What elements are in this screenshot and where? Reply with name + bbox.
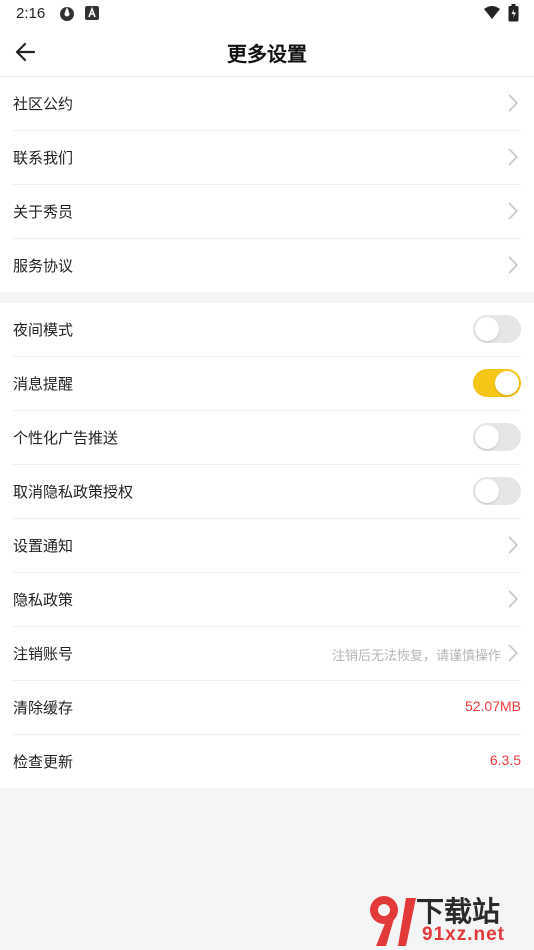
row-label: 关于秀员 xyxy=(13,203,74,221)
status-time: 2:16 xyxy=(16,5,46,22)
battery-icon xyxy=(508,4,519,22)
chevron-right-icon xyxy=(508,256,519,274)
app-a-icon xyxy=(85,6,99,20)
row-label: 消息提醒 xyxy=(13,375,74,393)
info-section: 社区公约 联系我们 关于秀员 服务协议 xyxy=(0,77,534,292)
row-label: 联系我们 xyxy=(13,149,74,167)
list-item-personalized-ads[interactable]: 个性化广告推送 xyxy=(13,411,521,465)
status-bar: 2:16 xyxy=(0,0,534,28)
list-item-about[interactable]: 关于秀员 xyxy=(13,185,521,239)
cache-size-value: 52.07MB xyxy=(464,698,521,714)
row-label: 检查更新 xyxy=(13,753,74,771)
page-title: 更多设置 xyxy=(227,42,307,66)
list-item-service-agreement[interactable]: 服务协议 xyxy=(13,239,521,292)
row-label: 社区公约 xyxy=(13,95,74,113)
list-item-contact-us[interactable]: 联系我们 xyxy=(13,131,521,185)
row-label: 服务协议 xyxy=(13,257,74,275)
toggle-knob xyxy=(475,425,499,449)
personalized-ads-toggle[interactable] xyxy=(473,423,521,451)
row-label: 注销账号 xyxy=(13,645,74,663)
wifi-icon xyxy=(484,6,500,19)
version-value: 6.3.5 xyxy=(489,752,521,768)
row-label: 夜间模式 xyxy=(13,321,74,339)
delete-account-hint: 注销后无法恢复，请谨慎操作 xyxy=(331,649,501,664)
chevron-right-icon xyxy=(508,148,519,166)
watermark-text-url: 91xz.net xyxy=(422,924,505,945)
list-item-check-update[interactable]: 检查更新 6.3.5 xyxy=(13,735,521,788)
app-header: 更多设置 xyxy=(0,28,534,77)
row-label: 隐私政策 xyxy=(13,591,74,609)
watermark-91-icon xyxy=(370,896,416,946)
toggle-knob xyxy=(475,317,499,341)
night-mode-toggle[interactable] xyxy=(473,315,521,343)
list-item-night-mode[interactable]: 夜间模式 xyxy=(13,303,521,357)
chevron-right-icon xyxy=(508,590,519,608)
chevron-right-icon xyxy=(508,202,519,220)
list-item-clear-cache[interactable]: 清除缓存 52.07MB xyxy=(13,681,521,735)
toggle-knob xyxy=(495,371,519,395)
chevron-right-icon xyxy=(508,644,519,662)
row-label: 个性化广告推送 xyxy=(13,429,119,447)
list-item-privacy-policy[interactable]: 隐私政策 xyxy=(13,573,521,627)
row-label: 取消隐私政策授权 xyxy=(13,483,134,501)
app-notification-icon xyxy=(60,7,74,21)
message-reminder-toggle[interactable] xyxy=(473,369,521,397)
list-item-message-reminder[interactable]: 消息提醒 xyxy=(13,357,521,411)
revoke-privacy-toggle[interactable] xyxy=(473,477,521,505)
list-item-revoke-privacy[interactable]: 取消隐私政策授权 xyxy=(13,465,521,519)
list-item-notification-settings[interactable]: 设置通知 xyxy=(13,519,521,573)
chevron-right-icon xyxy=(508,94,519,112)
chevron-right-icon xyxy=(508,536,519,554)
row-label: 清除缓存 xyxy=(13,699,74,717)
watermark-logo: 下载站 91xz.net xyxy=(364,888,534,950)
row-label: 设置通知 xyxy=(13,537,74,555)
list-item-delete-account[interactable]: 注销账号 注销后无法恢复，请谨慎操作 xyxy=(13,627,521,681)
list-item-community-rules[interactable]: 社区公约 xyxy=(13,77,521,131)
section-divider xyxy=(0,292,534,303)
settings-section: 夜间模式 消息提醒 个性化广告推送 取消隐私政策授权 设置通知 隐私政策 注销账… xyxy=(0,303,534,788)
toggle-knob xyxy=(475,479,499,503)
